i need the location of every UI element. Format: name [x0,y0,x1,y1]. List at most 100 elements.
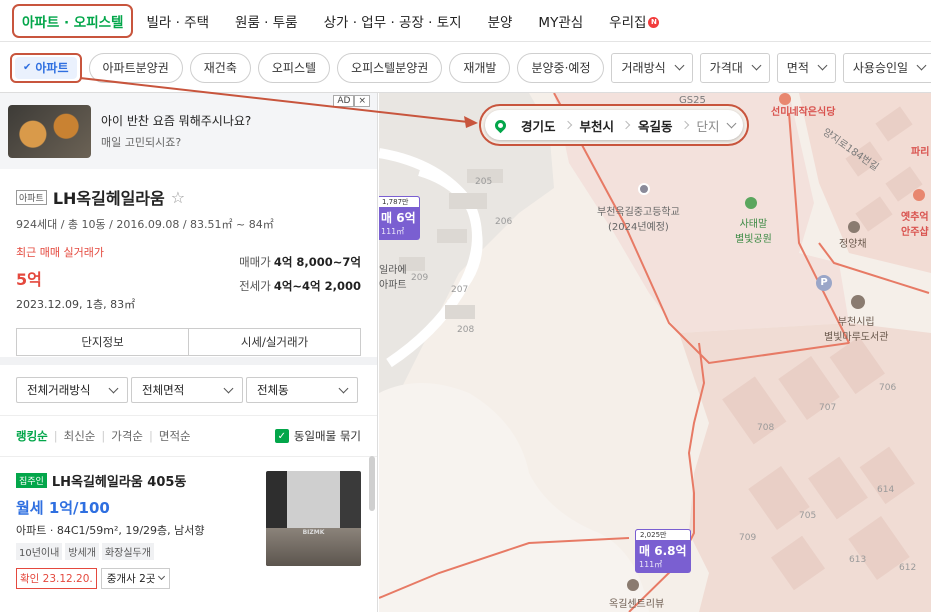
poi-school[interactable]: 부천옥길중고등학교 (2024년예정) [597,203,680,233]
chevron-down-icon [158,572,166,581]
poi-yetchu[interactable]: 옛추억 안주샵 [901,208,929,238]
recent-trade-label: 최근 매매 실거래가 [16,246,104,259]
complex-type-badge: 아파트 [16,189,47,205]
breadcrumb-city[interactable]: 부천시 [571,116,624,135]
poi-restaurant[interactable]: 선미네작은식당 [771,103,835,118]
filter-all-area[interactable]: 전체면적 [131,377,243,403]
ad-image [8,104,91,158]
scrollbar[interactable] [369,456,375,511]
poi-okgil-center[interactable]: 옥길센트리뷰 [609,595,664,610]
chip-officetel-presale[interactable]: 오피스텔분양권 [337,52,443,83]
nav-presale[interactable]: 분양 [475,11,526,31]
location-icon[interactable] [627,579,639,591]
price-marker[interactable]: 1,787만 매 6억 111㎡ [379,196,420,240]
nav-villa-house[interactable]: 빌라 · 주택 [133,11,222,31]
checkbox-checked-icon[interactable]: ✓ [274,429,289,443]
listing-item[interactable]: 집주인 LH옥길헤일라움 405동 월세 1억/100 아파트 · 84C1/5… [0,456,377,606]
dropdown-area-label: 면적 [786,61,809,75]
recent-trade-value: 5억 [16,270,42,289]
ad-banner[interactable]: 아이 반찬 요즘 뭐해주시나요? 매일 고민되시죠? AD × [0,93,377,169]
group-same-listings[interactable]: ✓ 동일매물 묶기 [274,428,361,444]
list-filters: 전체거래방식 전체면적 전체동 [0,365,377,416]
separator: | [101,429,106,443]
poi-park[interactable]: 사태말 별빛공원 [735,215,772,245]
sort-area[interactable]: 면적순 [159,428,191,444]
complex-buttons: 단지정보 시세/실거래가 [16,328,361,356]
restaurant-icon[interactable] [779,93,791,105]
chip-apartment[interactable]: ✔ 아파트 [10,52,82,83]
location-pin-icon [492,117,509,133]
sort-price[interactable]: 가격순 [111,428,143,444]
building-number: 707 [819,403,837,413]
nav-my-home[interactable]: 우리집 N [596,11,672,31]
favorite-star-icon[interactable]: ☆ [171,188,185,207]
map-view[interactable]: GS25 선미네작은식당 양지로184번길 부천옥길중고등학교 (2024년예정… [379,93,931,612]
price-marker[interactable]: 2,025만 매 6.8억 111㎡ [635,529,691,573]
listing-tag: 10년이내 [16,543,63,560]
ad-close-icon[interactable]: × [354,95,370,107]
restaurant-icon[interactable] [913,189,925,201]
ad-badge: AD [333,95,355,107]
sort-latest[interactable]: 최신순 [64,428,96,444]
nav-my-home-label: 우리집 [609,14,647,31]
filter-all-dong-label: 전체동 [257,383,289,397]
price-ranges: 매매가 4억 8,000~7억 전세가 4억~4억 2,000 [239,250,361,312]
marker-area: 111㎡ [381,227,405,236]
building-number: 206 [495,217,513,227]
dropdown-area[interactable]: 면적 [776,52,836,83]
dropdown-trade-type[interactable]: 거래방식 [611,52,693,83]
dropdown-approval-date[interactable]: 사용승인일 [842,52,931,83]
sort-bar: 랭킹순 | 최신순 | 가격순 | 면적순 ✓ 동일매물 묶기 [0,416,377,456]
chevron-down-icon [817,60,828,71]
nav-oneroom-tworoom[interactable]: 원룸 · 투룸 [222,11,311,31]
chevron-down-icon [751,60,762,71]
breadcrumb-complex[interactable]: 단지 [688,116,726,135]
breadcrumb-dong[interactable]: 옥길동 [629,116,682,135]
filter-all-dong[interactable]: 전체동 [246,377,358,403]
listing-photo[interactable]: BIZMK [266,471,361,566]
price-history-button[interactable]: 시세/실거래가 [188,329,360,355]
group-same-listings-label: 동일매물 묶기 [293,429,361,443]
dropdown-price-range[interactable]: 가격대 [699,52,770,83]
filter-all-area-label: 전체면적 [142,383,185,397]
owner-badge: 집주인 [16,473,47,488]
separator: | [149,429,153,443]
jeonse-price-value: 4억~4억 2,000 [273,279,361,293]
poi-jeongyang[interactable]: 정양채 [839,235,867,250]
nav-apartment-officetel[interactable]: 아파트 · 오피스텔 [12,3,134,38]
agent-count-button[interactable]: 중개사 2곳 [100,568,171,589]
complex-info-button[interactable]: 단지정보 [17,329,188,355]
library-icon[interactable] [851,295,865,309]
breadcrumb-province[interactable]: 경기도 [512,116,565,135]
building-number: 209 [411,273,429,283]
parking-icon[interactable]: P [816,275,832,291]
nav-my-interest[interactable]: MY관심 [525,11,596,31]
listing-tag: 화장실두개 [101,543,154,560]
school-icon[interactable] [638,183,650,195]
dropdown-approval-date-label: 사용승인일 [852,61,909,75]
chip-presale-planned[interactable]: 분양중·예정 [517,52,605,83]
new-badge: N [648,16,660,28]
sort-ranking[interactable]: 랭킹순 [16,428,48,444]
check-icon: ✔ [23,62,32,73]
chevron-down-icon [223,383,234,393]
chip-officetel[interactable]: 오피스텔 [257,52,331,83]
ad-subtitle: 매일 고민되시죠? [101,136,182,149]
chip-redevelopment[interactable]: 재개발 [449,52,511,83]
poi-library[interactable]: 부천시립 별빛마루도서관 [824,313,888,343]
chip-reconstruction[interactable]: 재건축 [189,52,251,83]
chip-apartment-presale[interactable]: 아파트분양권 [88,52,183,83]
chevron-down-icon [108,383,119,393]
marker-unit-price: 2,025만 [635,529,691,540]
poi-papa[interactable]: 파리 [911,143,929,158]
filter-all-trade-label: 전체거래방식 [27,383,91,397]
listing-title: LH옥길헤일라움 405동 [51,475,187,490]
complex-info: 924세대 / 총 10동 / 2016.09.08 / 83.51㎡ ~ 84… [16,218,274,231]
nav-commercial[interactable]: 상가 · 업무 · 공장 · 토지 [311,11,475,31]
confirm-date-badge: 확인 23.12.20. [16,568,97,589]
complex-summary: 아파트 LH옥길헤일라움 ☆ 924세대 / 총 10동 / 2016.09.0… [0,169,377,365]
park-icon[interactable] [745,197,757,209]
filter-all-trade[interactable]: 전체거래방식 [16,377,128,403]
location-icon[interactable] [848,221,860,233]
chevron-down-icon[interactable] [726,118,737,128]
